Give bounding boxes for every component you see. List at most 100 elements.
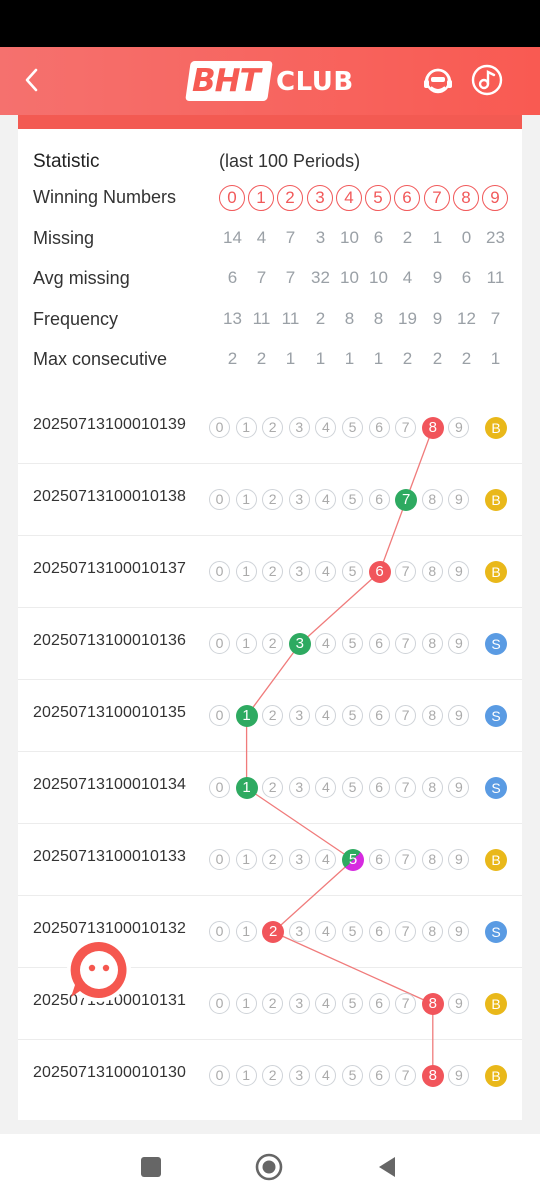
history-row: 20250713100010137 0 1 2 3 4 5 6 7 8 9 B [18,536,522,608]
avg-missing-value: 10 [340,268,359,287]
number-ball: 9 [448,417,470,438]
max-consecutive-value: 2 [227,349,238,368]
max-consecutive-value: 1 [344,349,355,368]
number-ball: 9 [448,1065,470,1086]
frequency-value: 12 [457,309,476,328]
frequency-value: 19 [398,309,417,328]
frequency-value: 13 [223,309,242,328]
number-ball: 5 [342,561,363,582]
number-ball: 3 [288,849,310,870]
number-ball: 0 [209,633,230,654]
history-row: 20250713100010135 0 1 2 3 4 5 6 7 8 9 S [18,680,522,752]
customer-service-icon[interactable] [420,63,456,99]
avg-missing-value: 32 [311,268,330,287]
number-ball: 3 [288,489,310,510]
number-ball: 9 [448,705,470,726]
chat-float-button[interactable] [67,938,131,1002]
big-badge: B [485,489,507,511]
number-ball: 9 [448,633,470,654]
number-ball: 9 [448,849,470,870]
winning-numbers-label: Winning Numbers [33,187,177,207]
number-ball: 7 [395,1065,417,1086]
number-ball: 5 [342,417,363,438]
number-ball: 0 [209,417,230,438]
frequency-row: Frequency 13 11 11 2 8 8 19 9 12 7 [18,307,522,337]
number-ball: 2 [262,1065,284,1086]
number-ball: 1 [235,921,257,942]
winning-number-0: 0 [219,185,245,211]
number-ball: 0 [209,921,230,942]
number-ball: 7 [395,921,417,942]
number-ball: 7 [395,849,417,870]
period-number: 20250713100010138 [33,488,186,505]
period-number: 20250713100010139 [33,416,186,433]
number-ball: 4 [315,561,337,582]
number-ball: 2 [262,993,284,1014]
logo-club-text: CLUB [276,67,354,97]
back-arrow-icon[interactable] [20,65,44,95]
winning-ball: 6 [368,561,391,583]
avg-missing-value: 6 [227,268,238,287]
number-ball: 4 [315,921,337,942]
number-ball: 2 [262,849,284,870]
number-ball: 3 [288,1065,310,1086]
recent-apps-button[interactable] [141,1157,161,1177]
number-ball: 6 [368,921,390,942]
small-badge: S [485,777,507,799]
missing-value: 14 [223,228,242,247]
max-consecutive-value: 1 [373,349,384,368]
avg-missing-label: Avg missing [33,268,130,288]
avg-missing-value: 11 [486,268,505,287]
home-button-icon[interactable] [255,1153,283,1181]
max-consecutive-value: 1 [285,349,296,368]
winning-ball: 7 [395,489,418,511]
number-ball: 0 [209,1065,230,1086]
number-ball: 3 [288,705,310,726]
number-ball: 5 [342,633,363,654]
number-ball: 8 [421,633,443,654]
max-consecutive-value: 2 [402,349,413,368]
system-navigation-bar [0,1134,540,1200]
number-ball: 1 [235,561,257,582]
music-toggle-icon[interactable] [470,63,504,97]
bht-club-logo: BHT CLUB [185,59,358,103]
number-ball: 0 [209,993,230,1014]
frequency-label: Frequency [33,309,119,329]
winning-number-6: 6 [394,185,420,211]
frequency-value: 9 [432,309,443,328]
history-row: 20250713100010130 0 1 2 3 4 5 6 7 8 9 B [18,1040,522,1112]
chat-bubble-icon [70,941,127,998]
number-ball: 0 [209,849,230,870]
number-ball: 4 [315,777,337,798]
frequency-value: 7 [490,309,501,328]
period-number: 20250713100010130 [33,1064,186,1081]
number-ball: 5 [342,921,363,942]
number-ball: 8 [421,849,443,870]
avg-missing-value: 7 [256,268,267,287]
number-ball: 7 [395,417,417,438]
number-ball: 9 [448,921,470,942]
number-ball: 6 [368,777,390,798]
winning-ball: 1 [235,777,258,799]
number-ball: 7 [395,633,417,654]
number-ball: 1 [235,417,257,438]
back-triangle-icon[interactable] [375,1155,399,1179]
avg-missing-value: 9 [432,268,443,287]
period-number: 20250713100010137 [33,560,186,577]
number-ball: 3 [288,417,310,438]
number-ball: 2 [262,561,284,582]
number-ball: 0 [209,489,230,510]
number-ball: 6 [368,993,390,1014]
number-ball: 3 [288,993,310,1014]
missing-value: 6 [373,228,384,247]
max-consecutive-value: 1 [490,349,501,368]
winning-numbers-row: Winning Numbers 0 1 2 3 4 5 6 7 8 9 [18,185,522,215]
winning-number-1: 1 [248,185,274,211]
number-ball: 7 [395,705,417,726]
period-number: 20250713100010136 [33,632,186,649]
number-ball: 5 [342,993,363,1014]
winning-ball: 1 [235,705,258,727]
number-ball: 9 [448,489,470,510]
period-number: 20250713100010133 [33,848,186,865]
small-badge: S [485,921,507,943]
